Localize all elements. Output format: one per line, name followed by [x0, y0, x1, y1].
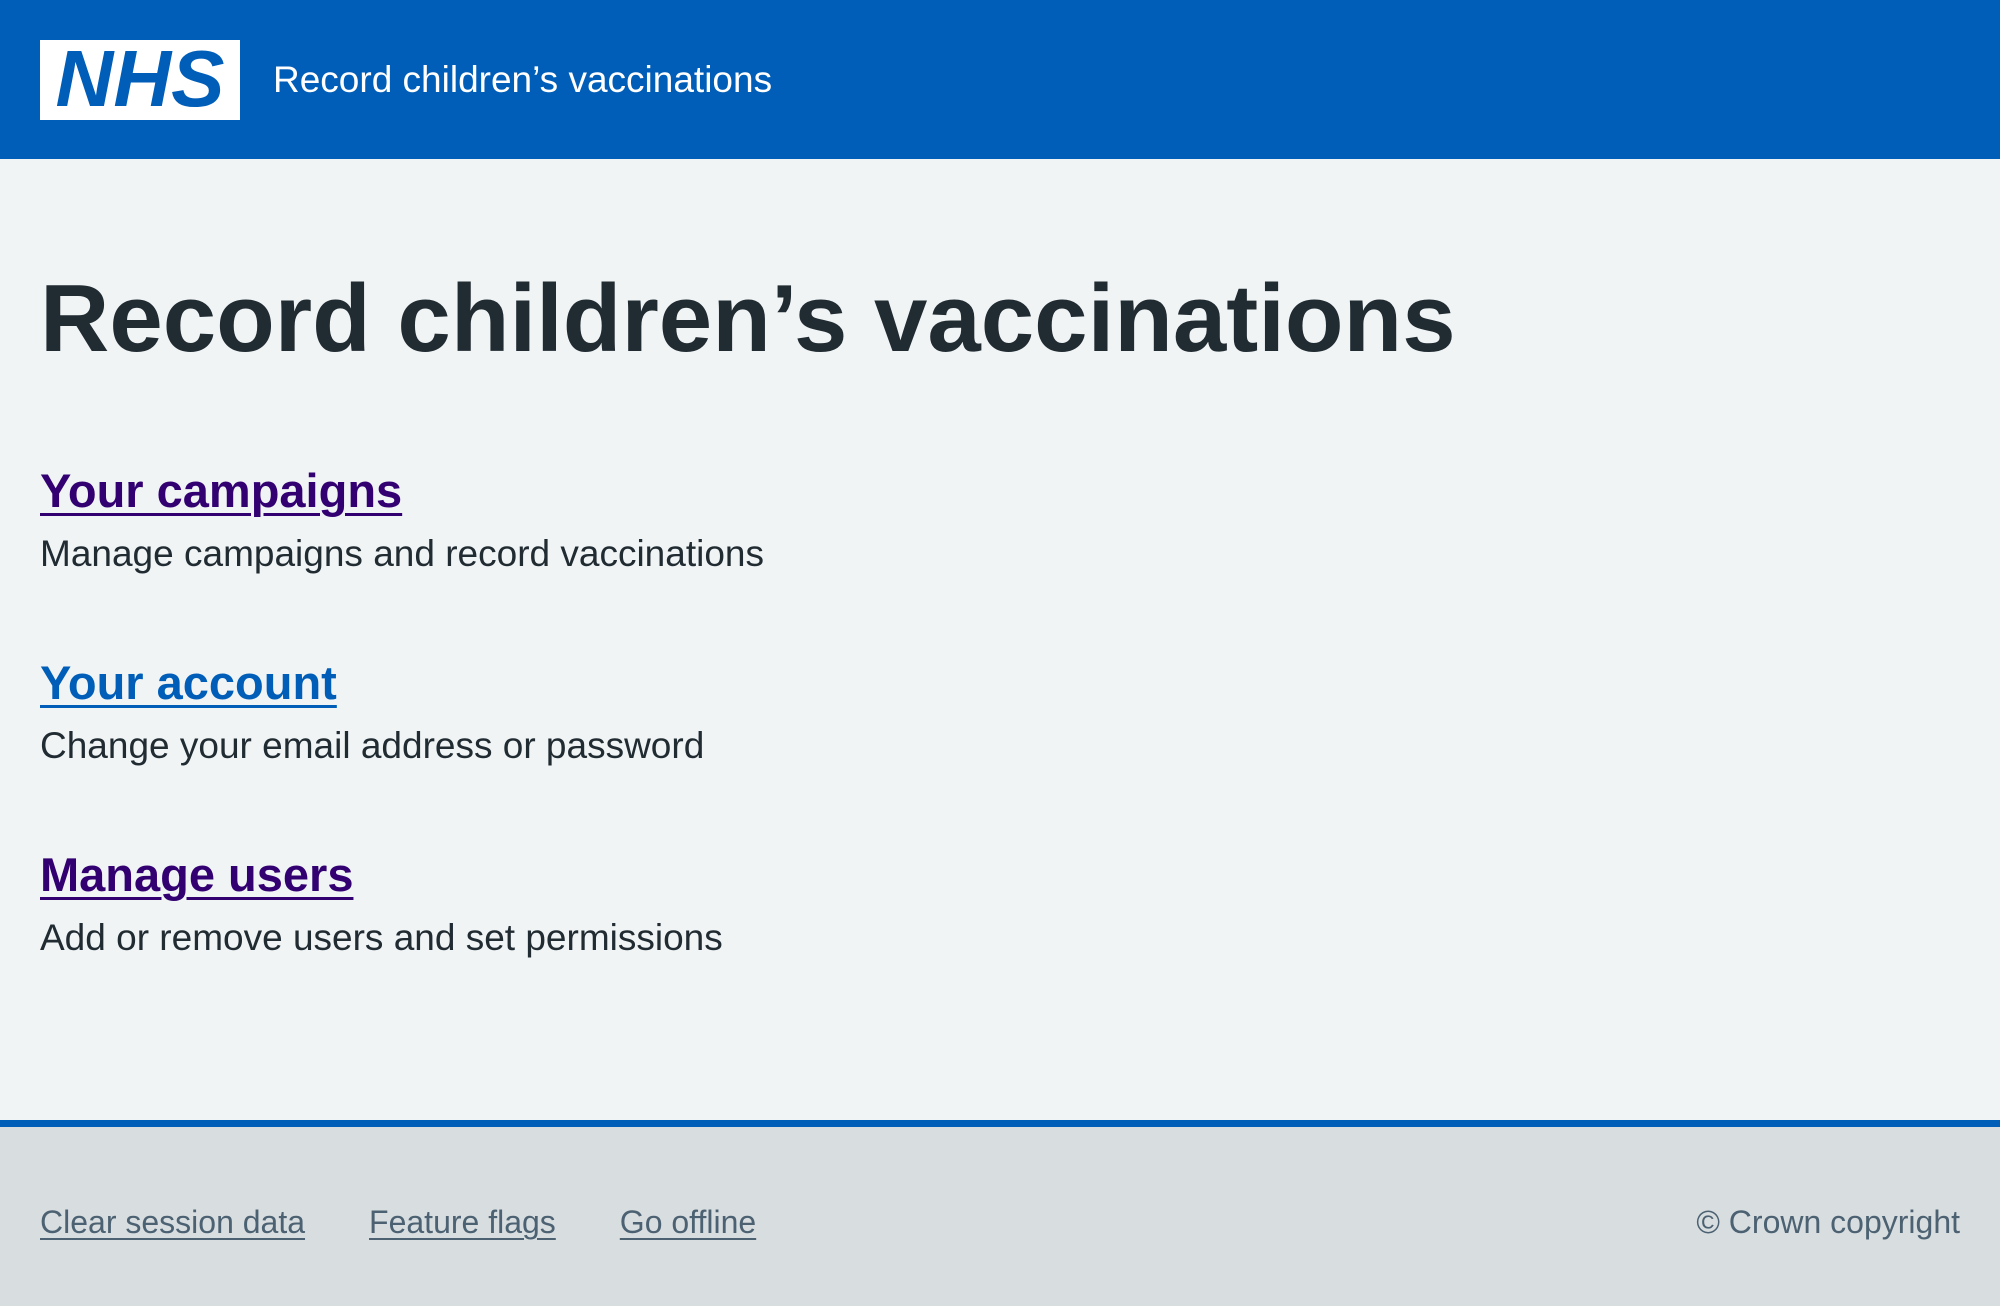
your-account-link[interactable]: Your account	[40, 653, 337, 713]
site-footer: Clear session data Feature flags Go offl…	[0, 1120, 2000, 1306]
copyright-text: © Crown copyright	[1696, 1204, 1960, 1240]
service-name[interactable]: Record children’s vaccinations	[273, 50, 772, 110]
manage-users-link[interactable]: Manage users	[40, 845, 353, 905]
list-item-account: Your account Change your email address o…	[40, 653, 704, 771]
your-account-description: Change your email address or password	[40, 725, 705, 766]
manage-users-description: Add or remove users and set permissions	[40, 917, 723, 958]
your-campaigns-link[interactable]: Your campaigns	[40, 461, 402, 521]
list-item-users: Manage users Add or remove users and set…	[40, 845, 723, 963]
page-title: Record children’s vaccinations	[40, 265, 1456, 372]
feature-flags-link[interactable]: Feature flags	[369, 1197, 556, 1247]
list-item-campaigns: Your campaigns Manage campaigns and reco…	[40, 461, 764, 579]
clear-session-data-link[interactable]: Clear session data	[40, 1197, 305, 1247]
site-header: NHS Record children’s vaccinations	[0, 0, 2000, 159]
your-campaigns-description: Manage campaigns and record vaccinations	[40, 533, 764, 574]
main-content: Record children’s vaccinations Your camp…	[40, 159, 1960, 1122]
nhs-logo-icon: NHS	[44, 44, 236, 116]
go-offline-link[interactable]: Go offline	[620, 1197, 756, 1247]
footer-links: Clear session data Feature flags Go offl…	[40, 1197, 756, 1247]
nhs-logo[interactable]: NHS	[40, 40, 240, 120]
svg-text:NHS: NHS	[56, 44, 225, 116]
